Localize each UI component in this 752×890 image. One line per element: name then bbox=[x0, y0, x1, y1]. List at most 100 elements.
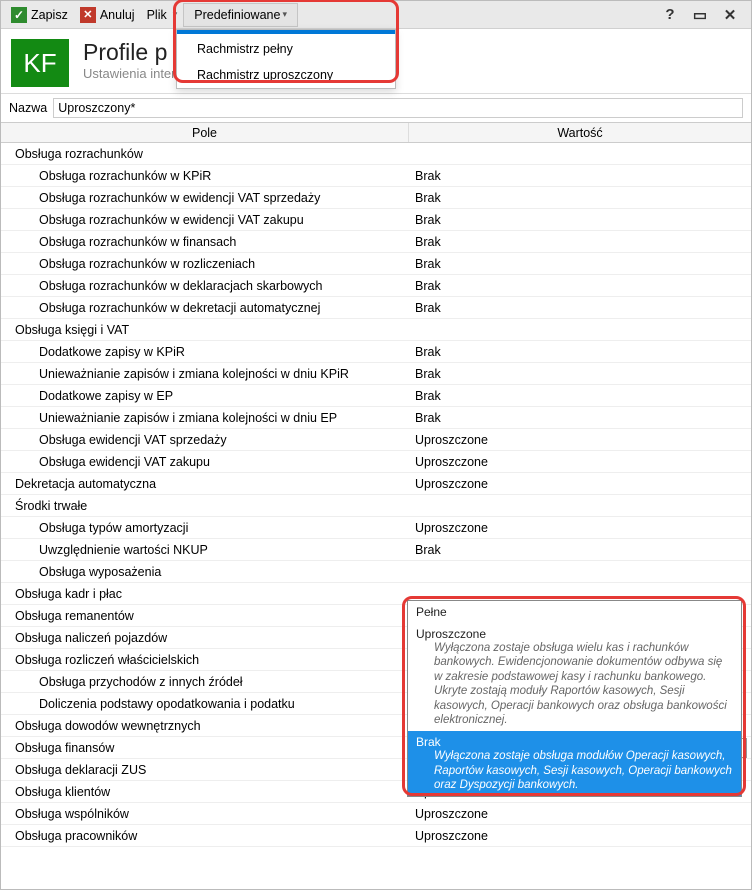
predefined-menu-button[interactable]: Predefiniowane ▾ bbox=[183, 3, 298, 27]
field-cell: Obsługa klientów bbox=[1, 782, 409, 802]
dropdown-option-full[interactable]: Pełne bbox=[408, 601, 741, 623]
name-label: Nazwa bbox=[9, 101, 47, 115]
table-row[interactable]: Obsługa księgi i VAT bbox=[1, 319, 751, 341]
field-cell: Obsługa księgi i VAT bbox=[1, 320, 409, 340]
cancel-label: Anuluj bbox=[100, 8, 135, 22]
name-row: Nazwa bbox=[1, 94, 751, 123]
field-cell: Obsługa rozrachunków bbox=[1, 144, 409, 164]
chevron-down-icon: ▾ bbox=[173, 9, 178, 20]
field-cell: Obsługa rozrachunków w deklaracjach skar… bbox=[1, 276, 409, 296]
table-row[interactable]: Środki trwałe bbox=[1, 495, 751, 517]
field-cell: Doliczenia podstawy opodatkowania i poda… bbox=[1, 694, 409, 714]
value-cell bbox=[409, 151, 751, 157]
option-title: Pełne bbox=[416, 605, 733, 619]
value-cell: Brak bbox=[409, 210, 751, 230]
value-cell: Brak bbox=[409, 254, 751, 274]
option-description: Wyłączona zostaje obsługa modułów Operac… bbox=[416, 749, 733, 792]
table-row[interactable]: Obsługa wyposażenia bbox=[1, 561, 751, 583]
field-cell: Obsługa rozrachunków w finansach bbox=[1, 232, 409, 252]
field-cell: Unieważnianie zapisów i zmiana kolejnośc… bbox=[1, 408, 409, 428]
field-cell: Obsługa rozrachunków w rozliczeniach bbox=[1, 254, 409, 274]
value-cell: Brak bbox=[409, 408, 751, 428]
field-cell: Środki trwałe bbox=[1, 496, 409, 516]
predef-item-simplified[interactable]: Rachmistrz uproszczony bbox=[177, 62, 395, 88]
value-cell bbox=[409, 503, 751, 509]
table-row[interactable]: Obsługa wspólnikówUproszczone bbox=[1, 803, 751, 825]
field-cell: Obsługa rozrachunków w KPiR bbox=[1, 166, 409, 186]
table-row[interactable]: Obsługa rozrachunków w KPiRBrak bbox=[1, 165, 751, 187]
field-cell: Obsługa ewidencji VAT zakupu bbox=[1, 452, 409, 472]
value-dropdown: Pełne Uproszczone Wyłączona zostaje obsł… bbox=[407, 600, 742, 797]
name-input[interactable] bbox=[53, 98, 743, 118]
close-icon[interactable]: ✕ bbox=[719, 4, 741, 26]
value-cell: Brak bbox=[409, 166, 751, 186]
table-row[interactable]: Obsługa rozrachunków w finansachBrak bbox=[1, 231, 751, 253]
value-cell bbox=[409, 591, 751, 597]
value-cell: Brak bbox=[409, 540, 751, 560]
table-row[interactable]: Unieważnianie zapisów i zmiana kolejnośc… bbox=[1, 407, 751, 429]
field-cell: Obsługa ewidencji VAT sprzedaży bbox=[1, 430, 409, 450]
field-cell: Dodatkowe zapisy w KPiR bbox=[1, 342, 409, 362]
predefined-label: Predefiniowane bbox=[194, 8, 280, 22]
table-row[interactable]: Dodatkowe zapisy w EPBrak bbox=[1, 385, 751, 407]
field-cell: Obsługa dowodów wewnętrznych bbox=[1, 716, 409, 736]
option-description: Wyłączona zostaje obsługa wielu kas i ra… bbox=[416, 641, 733, 727]
table-row[interactable]: Dekretacja automatycznaUproszczone bbox=[1, 473, 751, 495]
table-row[interactable]: Obsługa rozrachunków w ewidencji VAT zak… bbox=[1, 209, 751, 231]
app-badge: KF bbox=[11, 39, 69, 87]
maximize-icon[interactable]: ▭ bbox=[689, 4, 711, 26]
field-cell: Obsługa wspólników bbox=[1, 804, 409, 824]
field-cell: Obsługa przychodów z innych źródeł bbox=[1, 672, 409, 692]
dropdown-option-simplified[interactable]: Uproszczone Wyłączona zostaje obsługa wi… bbox=[408, 623, 741, 731]
settings-table: Obsługa rozrachunkówObsługa rozrachunków… bbox=[1, 143, 751, 153]
value-cell: Uproszczone bbox=[409, 518, 751, 538]
file-menu-button[interactable]: Plik ▾ bbox=[141, 3, 184, 27]
field-cell: Obsługa typów amortyzacji bbox=[1, 518, 409, 538]
value-cell bbox=[409, 569, 751, 575]
value-cell: Brak bbox=[409, 342, 751, 362]
value-cell: Brak bbox=[409, 364, 751, 384]
x-icon: ✕ bbox=[80, 7, 96, 23]
option-title: Brak bbox=[416, 735, 733, 749]
table-row[interactable]: Obsługa rozrachunków bbox=[1, 143, 751, 165]
menu-accent-bar bbox=[177, 30, 395, 34]
value-cell: Uproszczone bbox=[409, 430, 751, 450]
save-button[interactable]: ✓ Zapisz bbox=[5, 3, 74, 27]
cancel-button[interactable]: ✕ Anuluj bbox=[74, 3, 141, 27]
table-row[interactable]: Obsługa ewidencji VAT sprzedażyUproszczo… bbox=[1, 429, 751, 451]
field-cell: Obsługa kadr i płac bbox=[1, 584, 409, 604]
table-row[interactable]: Obsługa rozrachunków w ewidencji VAT spr… bbox=[1, 187, 751, 209]
table-row[interactable]: Obsługa rozrachunków w deklaracjach skar… bbox=[1, 275, 751, 297]
table-row[interactable]: Unieważnianie zapisów i zmiana kolejnośc… bbox=[1, 363, 751, 385]
help-icon[interactable]: ? bbox=[659, 4, 681, 26]
col-value: Wartość bbox=[409, 123, 751, 142]
predef-item-full[interactable]: Rachmistrz pełny bbox=[177, 36, 395, 62]
save-label: Zapisz bbox=[31, 8, 68, 22]
table-row[interactable]: Dodatkowe zapisy w KPiRBrak bbox=[1, 341, 751, 363]
table-row[interactable]: Obsługa rozrachunków w rozliczeniachBrak bbox=[1, 253, 751, 275]
toolbar-right: ? ▭ ✕ bbox=[659, 4, 747, 26]
table-row[interactable]: Obsługa typów amortyzacjiUproszczone bbox=[1, 517, 751, 539]
value-cell: Brak bbox=[409, 232, 751, 252]
field-cell: Obsługa pracowników bbox=[1, 826, 409, 846]
table-row[interactable]: Obsługa rozrachunków w dekretacji automa… bbox=[1, 297, 751, 319]
table-row[interactable]: Uwzględnienie wartości NKUPBrak bbox=[1, 539, 751, 561]
field-cell: Obsługa deklaracji ZUS bbox=[1, 760, 409, 780]
value-cell: Brak bbox=[409, 298, 751, 318]
field-cell: Dodatkowe zapisy w EP bbox=[1, 386, 409, 406]
field-cell: Obsługa rozliczeń właścicielskich bbox=[1, 650, 409, 670]
value-cell: Uproszczone bbox=[409, 826, 751, 846]
field-cell: Obsługa rozrachunków w ewidencji VAT zak… bbox=[1, 210, 409, 230]
dropdown-option-none[interactable]: Brak Wyłączona zostaje obsługa modułów O… bbox=[408, 731, 741, 796]
value-cell: Uproszczone bbox=[409, 804, 751, 824]
value-cell: Brak bbox=[409, 276, 751, 296]
table-row[interactable]: Obsługa pracownikówUproszczone bbox=[1, 825, 751, 847]
option-title: Uproszczone bbox=[416, 627, 733, 641]
field-cell: Unieważnianie zapisów i zmiana kolejnośc… bbox=[1, 364, 409, 384]
value-cell: Uproszczone bbox=[409, 452, 751, 472]
field-cell: Uwzględnienie wartości NKUP bbox=[1, 540, 409, 560]
table-row[interactable]: Obsługa ewidencji VAT zakupuUproszczone bbox=[1, 451, 751, 473]
toolbar: ✓ Zapisz ✕ Anuluj Plik ▾ Predefiniowane … bbox=[1, 1, 751, 29]
chevron-down-icon: ▾ bbox=[282, 9, 287, 20]
predefined-dropdown: Rachmistrz pełny Rachmistrz uproszczony bbox=[176, 29, 396, 89]
